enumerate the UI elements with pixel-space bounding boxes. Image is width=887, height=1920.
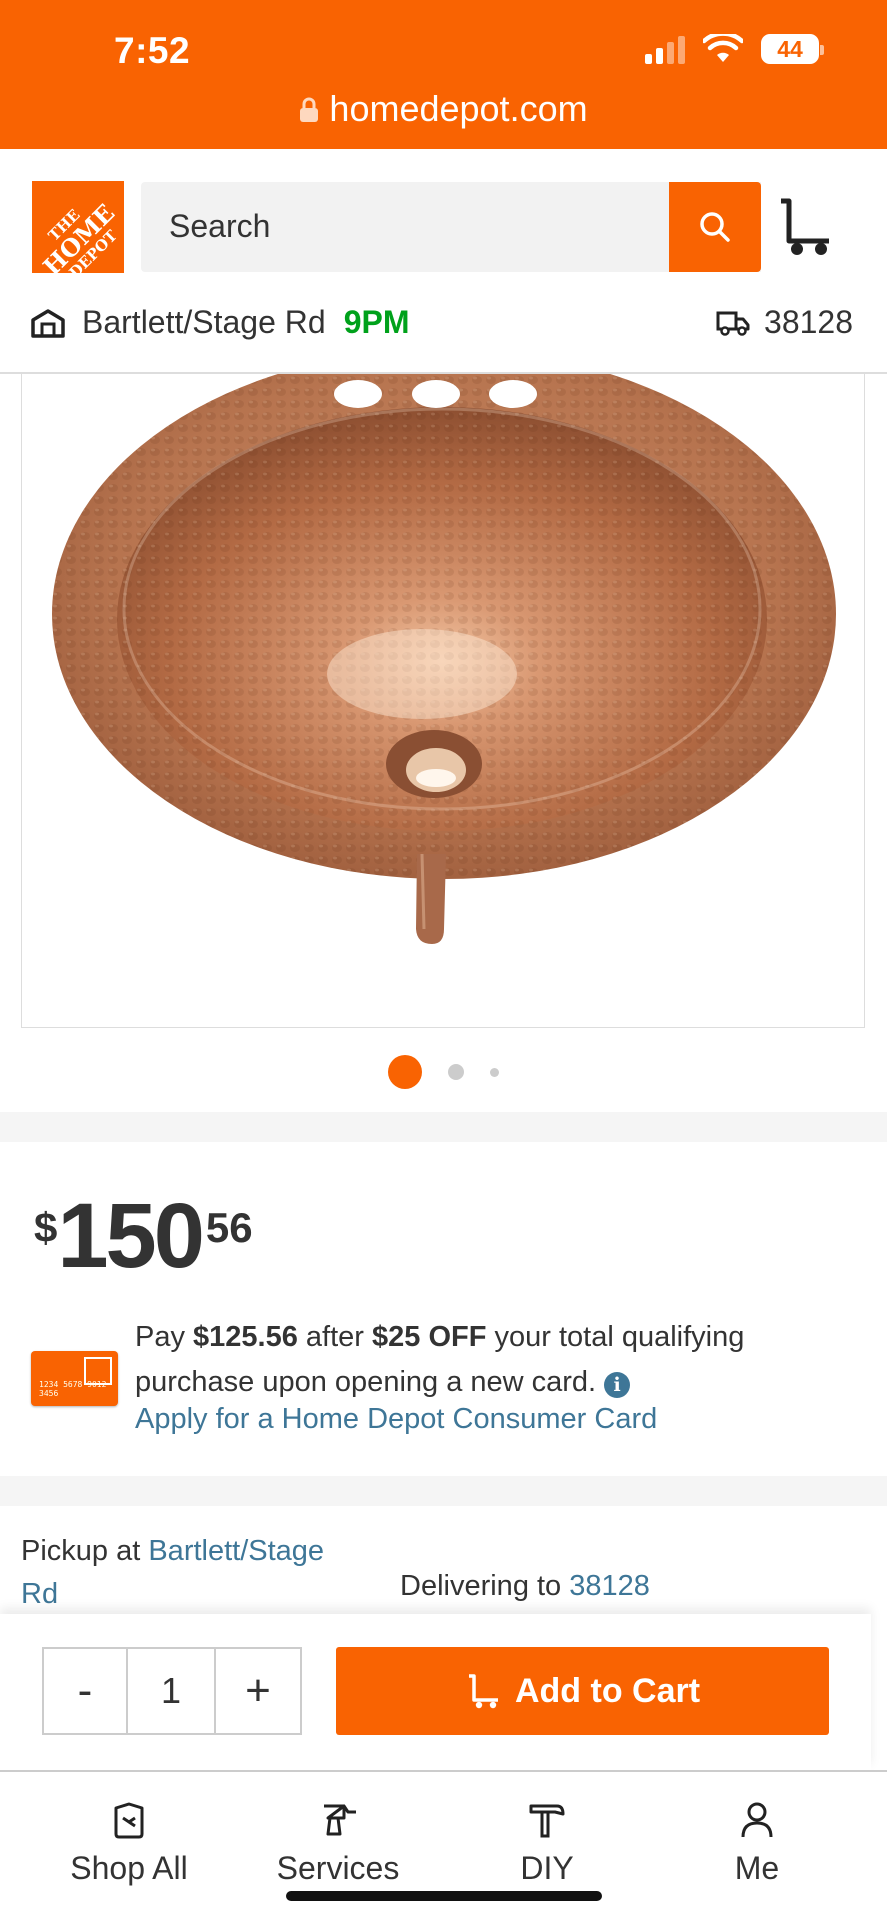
delivery-zip: 38128 <box>764 304 853 340</box>
pickup-info: Pickup at Bartlett/Stage Rd <box>21 1535 325 1610</box>
nav-services-label: Services <box>276 1850 400 1886</box>
site-header: THE HOME DEPOT Search Bartlett/Stage Rd … <box>0 149 887 374</box>
tag-icon <box>114 1802 144 1839</box>
section-divider <box>0 1112 887 1142</box>
product-price: $ 150 56 <box>34 1190 253 1282</box>
status-time: 7:52 <box>114 30 191 71</box>
home-depot-logo[interactable]: THE HOME DEPOT <box>32 181 124 273</box>
hammer-icon <box>529 1804 565 1838</box>
nav-shop-all-label: Shop All <box>70 1850 188 1886</box>
user-icon <box>741 1802 773 1838</box>
apply-card-link[interactable]: Apply for a Home Depot Consumer Card <box>135 1403 657 1436</box>
price-dollars: 150 <box>57 1185 204 1287</box>
cart-icon <box>468 1674 498 1709</box>
url-bar[interactable]: homedepot.com <box>0 88 887 130</box>
decrease-quantity-button[interactable]: - <box>44 1649 128 1733</box>
nav-shop-all[interactable]: Shop All <box>44 1800 214 1887</box>
logo-wordmark: THE HOME DEPOT <box>37 198 121 273</box>
truck-icon <box>716 311 750 336</box>
cellular-signal-icon <box>645 34 685 64</box>
home-indicator[interactable] <box>286 1891 602 1901</box>
status-indicators: 44 <box>645 34 824 64</box>
search-button[interactable] <box>669 182 761 272</box>
nav-me-label: Me <box>734 1850 780 1886</box>
add-to-cart-button[interactable]: Add to Cart <box>336 1647 829 1735</box>
url-text: homedepot.com <box>329 88 588 129</box>
store-hours: 9PM <box>343 304 410 340</box>
store-selector[interactable]: Bartlett/Stage Rd 9PM <box>30 304 409 341</box>
search-icon <box>700 212 730 242</box>
store-icon <box>31 308 65 338</box>
carousel-dot[interactable] <box>388 1055 422 1089</box>
drill-icon <box>324 1804 356 1836</box>
quantity-input[interactable]: 1 <box>128 1649 216 1733</box>
increase-quantity-button[interactable]: + <box>216 1649 300 1733</box>
nav-diy-label: DIY <box>520 1850 574 1886</box>
product-image-carousel[interactable] <box>21 374 865 1028</box>
add-to-cart-label: Add to Cart <box>514 1671 701 1710</box>
credit-card-image: 1234 5678 9012 3456 <box>31 1351 118 1406</box>
info-icon[interactable]: i <box>604 1372 631 1398</box>
search-input[interactable]: Search <box>141 182 761 272</box>
nav-services[interactable]: Services <box>253 1800 423 1887</box>
search-placeholder: Search <box>169 208 271 244</box>
section-divider <box>0 1476 887 1506</box>
carousel-dot[interactable] <box>448 1064 464 1080</box>
add-to-cart-bar: - 1 + Add to Cart <box>0 1614 871 1770</box>
lock-icon <box>300 97 319 122</box>
copper-sink-image <box>52 374 836 944</box>
card-number: 1234 5678 9012 3456 <box>39 1380 107 1398</box>
quantity-stepper: - 1 + <box>42 1647 302 1735</box>
card-promo-text: Pay $125.56 after $25 OFF your total qua… <box>135 1321 745 1398</box>
battery-icon: 44 <box>761 34 824 64</box>
store-name: Bartlett/Stage Rd <box>82 304 326 340</box>
nav-me[interactable]: Me <box>672 1800 842 1887</box>
price-currency: $ <box>34 1204 58 1251</box>
wifi-icon <box>703 34 743 62</box>
browser-top-bar: 7:52 44 homedepot.com <box>0 0 887 149</box>
cart-icon[interactable] <box>775 197 833 257</box>
carousel-indicator <box>0 1055 887 1089</box>
carousel-dot[interactable] <box>490 1067 499 1077</box>
promo-pay-amount: $125.56 <box>193 1321 298 1353</box>
delivery-zip-link[interactable]: 38128 <box>569 1570 650 1602</box>
price-cents: 56 <box>205 1204 253 1251</box>
promo-discount: $25 OFF <box>372 1321 487 1353</box>
nav-diy[interactable]: DIY <box>462 1800 632 1887</box>
delivery-zip-selector[interactable]: 38128 <box>716 304 853 341</box>
delivery-info: Delivering to 38128 <box>400 1570 650 1602</box>
